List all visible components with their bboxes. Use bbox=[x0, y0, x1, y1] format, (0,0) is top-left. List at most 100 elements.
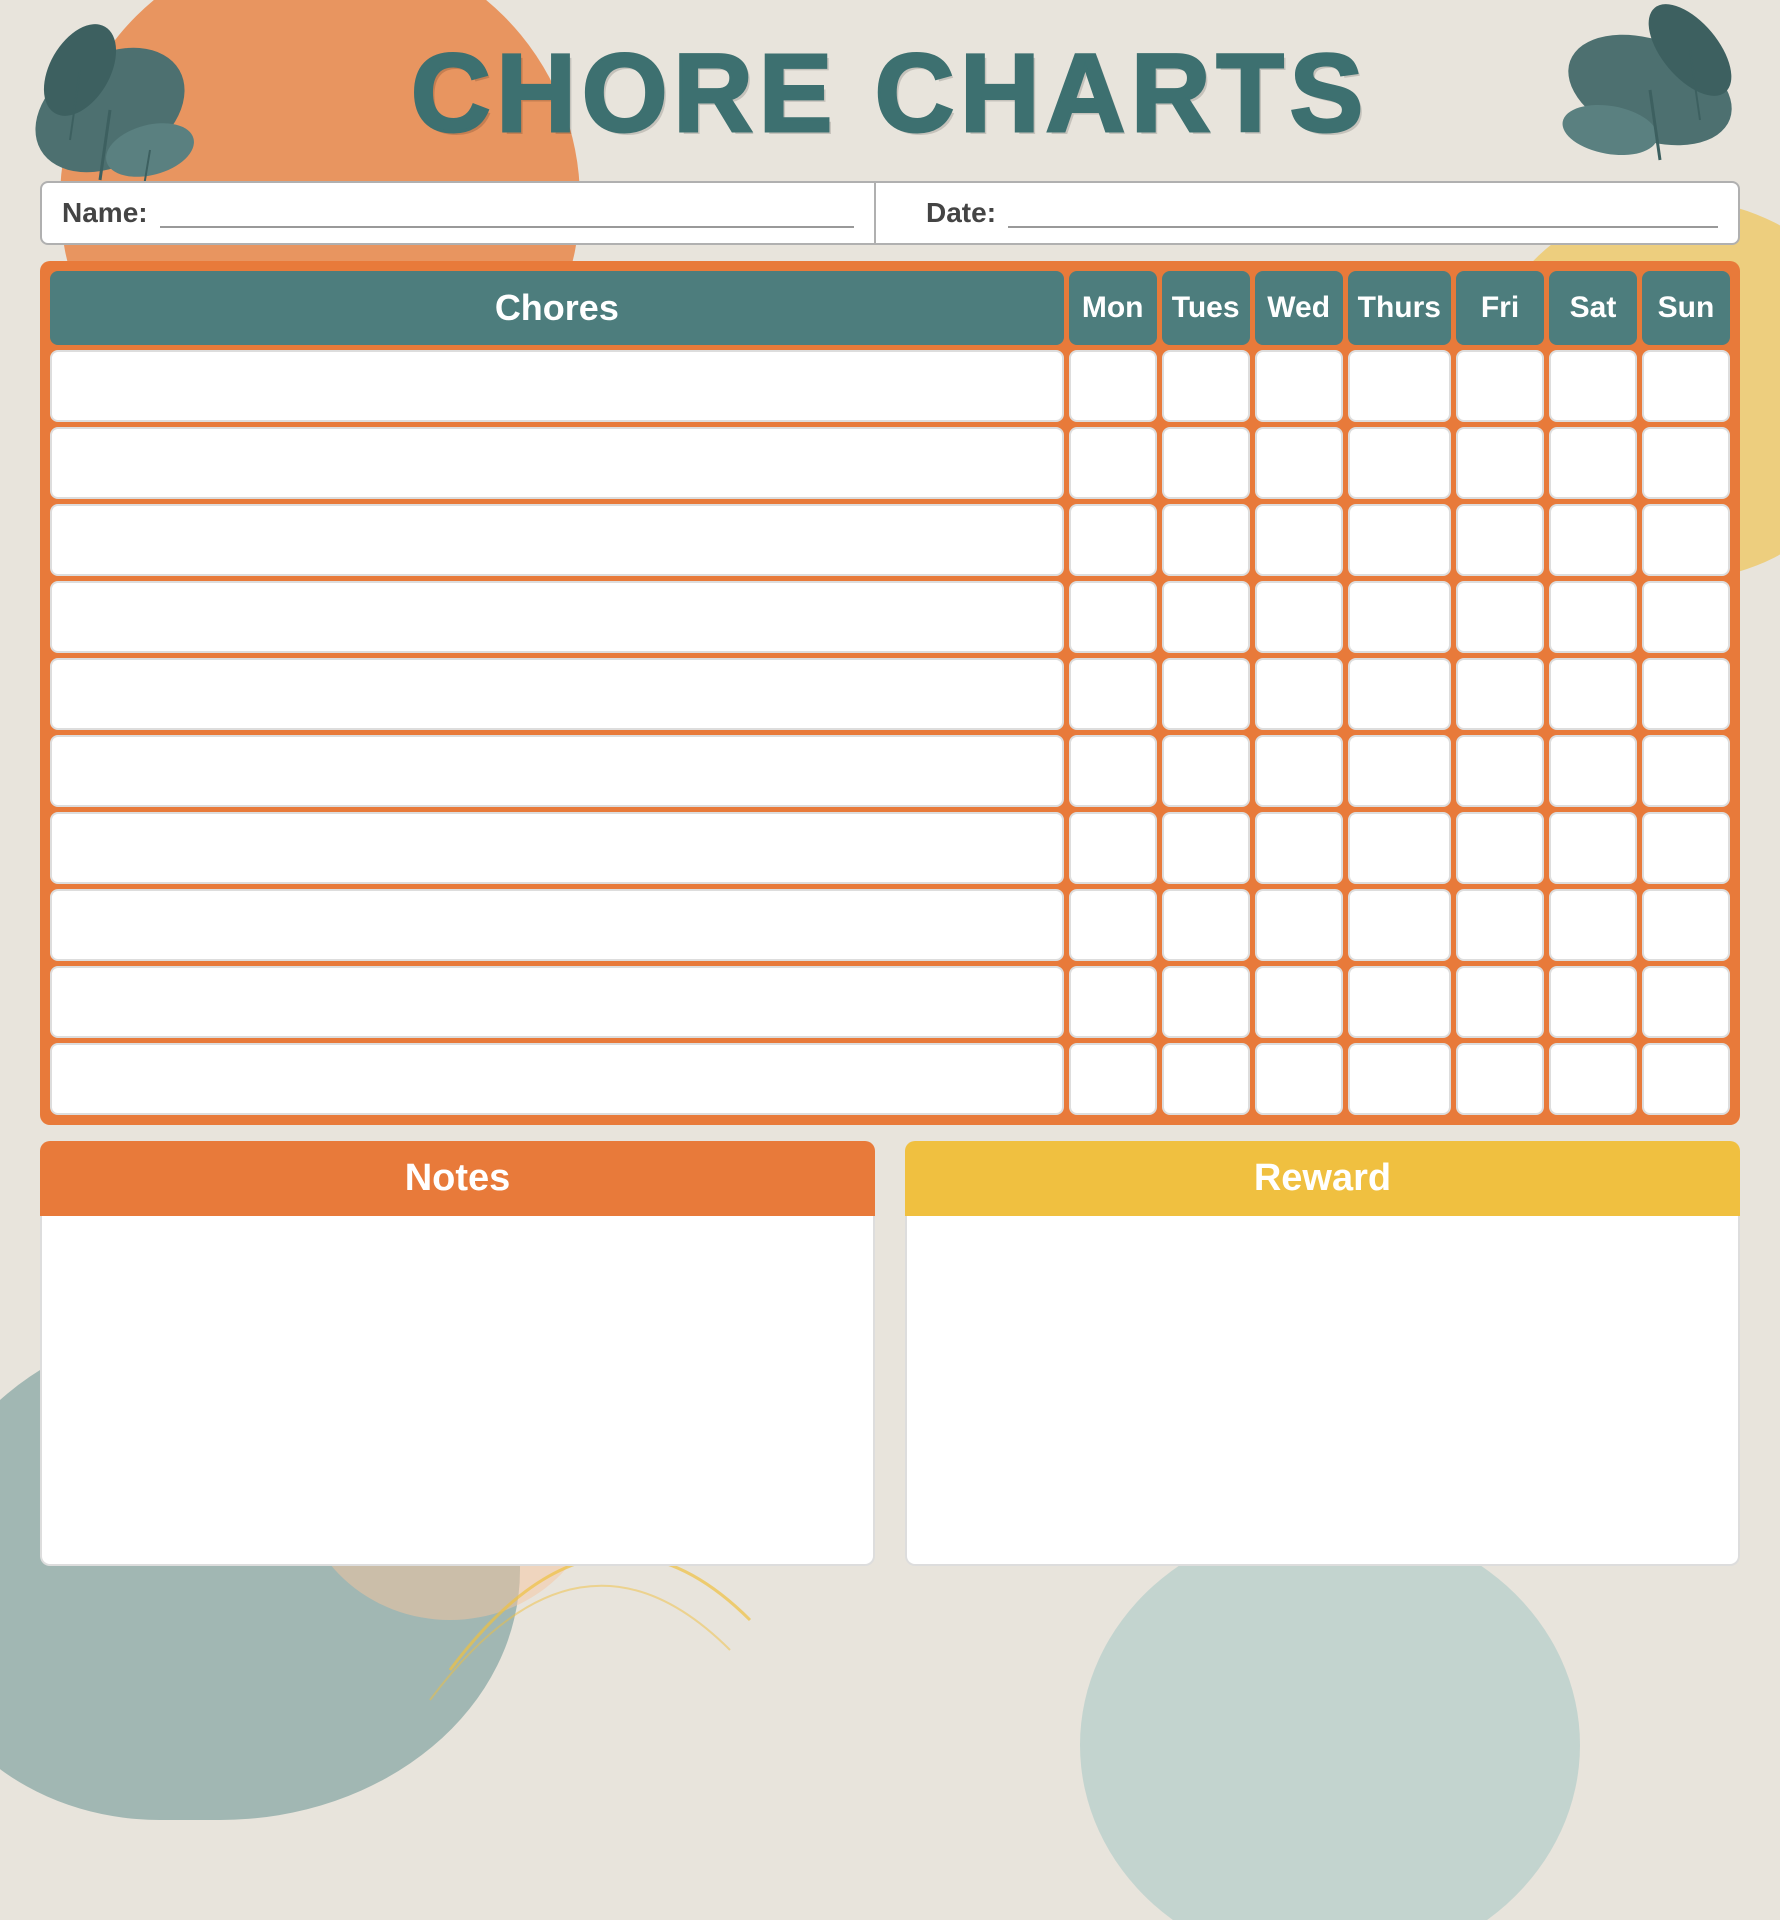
chore-row-3[interactable] bbox=[50, 504, 1064, 576]
name-date-row: Name: Date: bbox=[40, 181, 1740, 245]
header-fri: Fri bbox=[1456, 271, 1544, 345]
date-box: Date: bbox=[906, 183, 1738, 243]
check-sun-row4[interactable] bbox=[1642, 581, 1730, 653]
notes-header: Notes bbox=[40, 1141, 875, 1216]
check-wed-row3[interactable] bbox=[1255, 504, 1343, 576]
check-tues-row10[interactable] bbox=[1162, 1043, 1250, 1115]
check-mon-row3[interactable] bbox=[1069, 504, 1157, 576]
check-fri-row5[interactable] bbox=[1456, 658, 1544, 730]
name-input-line[interactable] bbox=[160, 198, 854, 228]
check-sun-row6[interactable] bbox=[1642, 735, 1730, 807]
check-wed-row2[interactable] bbox=[1255, 427, 1343, 499]
header-sat: Sat bbox=[1549, 271, 1637, 345]
check-thurs-row3[interactable] bbox=[1348, 504, 1451, 576]
check-mon-row7[interactable] bbox=[1069, 812, 1157, 884]
check-fri-row4[interactable] bbox=[1456, 581, 1544, 653]
check-mon-row10[interactable] bbox=[1069, 1043, 1157, 1115]
chore-row-6[interactable] bbox=[50, 735, 1064, 807]
check-fri-row2[interactable] bbox=[1456, 427, 1544, 499]
check-sun-row3[interactable] bbox=[1642, 504, 1730, 576]
chore-row-7[interactable] bbox=[50, 812, 1064, 884]
check-sat-row5[interactable] bbox=[1549, 658, 1637, 730]
check-fri-row1[interactable] bbox=[1456, 350, 1544, 422]
check-tues-row1[interactable] bbox=[1162, 350, 1250, 422]
reward-section: Reward bbox=[905, 1141, 1740, 1566]
chore-row-9[interactable] bbox=[50, 966, 1064, 1038]
page-content: CHORE CHARTS Name: Date: Chores Mon Tues… bbox=[0, 0, 1780, 1596]
reward-header: Reward bbox=[905, 1141, 1740, 1216]
check-sun-row7[interactable] bbox=[1642, 812, 1730, 884]
check-thurs-row7[interactable] bbox=[1348, 812, 1451, 884]
check-sat-row7[interactable] bbox=[1549, 812, 1637, 884]
check-fri-row9[interactable] bbox=[1456, 966, 1544, 1038]
date-label: Date: bbox=[926, 197, 996, 229]
header-tues: Tues bbox=[1162, 271, 1250, 345]
check-sun-row1[interactable] bbox=[1642, 350, 1730, 422]
check-fri-row3[interactable] bbox=[1456, 504, 1544, 576]
check-sat-row10[interactable] bbox=[1549, 1043, 1637, 1115]
check-mon-row6[interactable] bbox=[1069, 735, 1157, 807]
check-wed-row7[interactable] bbox=[1255, 812, 1343, 884]
chore-row-1[interactable] bbox=[50, 350, 1064, 422]
check-sat-row9[interactable] bbox=[1549, 966, 1637, 1038]
chore-row-2[interactable] bbox=[50, 427, 1064, 499]
check-thurs-row9[interactable] bbox=[1348, 966, 1451, 1038]
check-tues-row3[interactable] bbox=[1162, 504, 1250, 576]
header-mon: Mon bbox=[1069, 271, 1157, 345]
check-wed-row10[interactable] bbox=[1255, 1043, 1343, 1115]
check-wed-row4[interactable] bbox=[1255, 581, 1343, 653]
check-fri-row8[interactable] bbox=[1456, 889, 1544, 961]
header-chores: Chores bbox=[50, 271, 1064, 345]
notes-body[interactable] bbox=[40, 1216, 875, 1566]
date-input-line[interactable] bbox=[1008, 198, 1718, 228]
check-sun-row5[interactable] bbox=[1642, 658, 1730, 730]
check-tues-row5[interactable] bbox=[1162, 658, 1250, 730]
check-sun-row9[interactable] bbox=[1642, 966, 1730, 1038]
check-sun-row10[interactable] bbox=[1642, 1043, 1730, 1115]
check-thurs-row10[interactable] bbox=[1348, 1043, 1451, 1115]
check-thurs-row5[interactable] bbox=[1348, 658, 1451, 730]
bottom-section: Notes Reward bbox=[40, 1141, 1740, 1566]
check-tues-row8[interactable] bbox=[1162, 889, 1250, 961]
check-fri-row10[interactable] bbox=[1456, 1043, 1544, 1115]
check-mon-row2[interactable] bbox=[1069, 427, 1157, 499]
check-thurs-row2[interactable] bbox=[1348, 427, 1451, 499]
chore-row-10[interactable] bbox=[50, 1043, 1064, 1115]
check-sat-row4[interactable] bbox=[1549, 581, 1637, 653]
check-sat-row1[interactable] bbox=[1549, 350, 1637, 422]
check-tues-row4[interactable] bbox=[1162, 581, 1250, 653]
check-sat-row6[interactable] bbox=[1549, 735, 1637, 807]
check-wed-row9[interactable] bbox=[1255, 966, 1343, 1038]
check-tues-row7[interactable] bbox=[1162, 812, 1250, 884]
page-title: CHORE CHARTS bbox=[40, 30, 1740, 157]
name-label: Name: bbox=[62, 197, 148, 229]
check-mon-row5[interactable] bbox=[1069, 658, 1157, 730]
check-sun-row2[interactable] bbox=[1642, 427, 1730, 499]
check-wed-row6[interactable] bbox=[1255, 735, 1343, 807]
check-sun-row8[interactable] bbox=[1642, 889, 1730, 961]
check-wed-row1[interactable] bbox=[1255, 350, 1343, 422]
chore-row-8[interactable] bbox=[50, 889, 1064, 961]
check-sat-row8[interactable] bbox=[1549, 889, 1637, 961]
check-mon-row4[interactable] bbox=[1069, 581, 1157, 653]
check-mon-row8[interactable] bbox=[1069, 889, 1157, 961]
check-mon-row9[interactable] bbox=[1069, 966, 1157, 1038]
chore-row-5[interactable] bbox=[50, 658, 1064, 730]
check-thurs-row8[interactable] bbox=[1348, 889, 1451, 961]
check-fri-row6[interactable] bbox=[1456, 735, 1544, 807]
check-mon-row1[interactable] bbox=[1069, 350, 1157, 422]
check-thurs-row4[interactable] bbox=[1348, 581, 1451, 653]
check-sat-row3[interactable] bbox=[1549, 504, 1637, 576]
check-tues-row9[interactable] bbox=[1162, 966, 1250, 1038]
check-fri-row7[interactable] bbox=[1456, 812, 1544, 884]
check-thurs-row1[interactable] bbox=[1348, 350, 1451, 422]
check-tues-row6[interactable] bbox=[1162, 735, 1250, 807]
check-tues-row2[interactable] bbox=[1162, 427, 1250, 499]
check-wed-row5[interactable] bbox=[1255, 658, 1343, 730]
check-wed-row8[interactable] bbox=[1255, 889, 1343, 961]
reward-body[interactable] bbox=[905, 1216, 1740, 1566]
chore-row-4[interactable] bbox=[50, 581, 1064, 653]
header-thurs: Thurs bbox=[1348, 271, 1451, 345]
check-thurs-row6[interactable] bbox=[1348, 735, 1451, 807]
check-sat-row2[interactable] bbox=[1549, 427, 1637, 499]
